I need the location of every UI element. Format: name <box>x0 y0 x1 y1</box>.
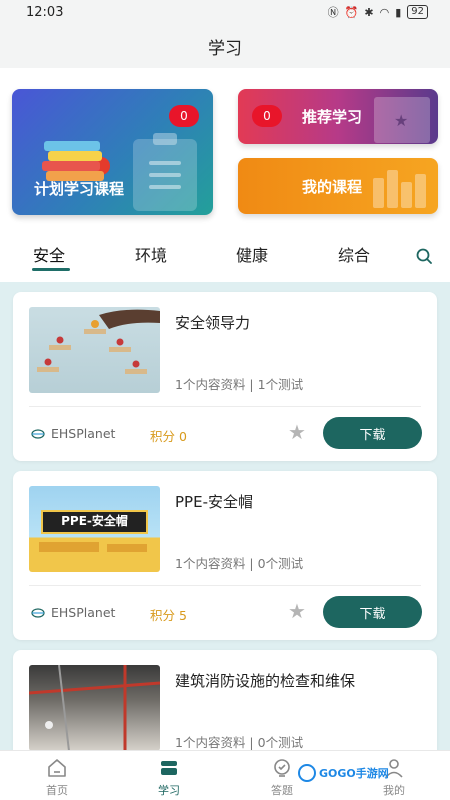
search-icon[interactable] <box>416 248 432 264</box>
course-provider: EHSPlanet <box>31 426 115 441</box>
provider-name: EHSPlanet <box>51 605 116 620</box>
recommend-badge: 0 <box>252 105 282 127</box>
course-thumbnail: PPE-安全帽 <box>29 486 160 572</box>
clipboard-icon <box>133 133 197 211</box>
book-icon <box>161 761 177 775</box>
recommend-card[interactable]: 0 推荐学习 <box>238 89 438 144</box>
course-title: 安全领导力 <box>175 314 251 332</box>
nav-profile-label: 我的 <box>383 784 405 797</box>
tab-environment[interactable]: 环境 <box>135 242 167 266</box>
course-thumbnail <box>29 307 160 393</box>
course-meta: 1个内容资料 | 0个测试 <box>175 735 304 750</box>
plan-badge: 0 <box>169 105 199 127</box>
signal-icon: ▮ <box>395 5 402 19</box>
alarm-icon: ⏰ <box>344 5 359 19</box>
plan-card-label: 计划学习课程 <box>34 180 125 198</box>
my-courses-label: 我的课程 <box>302 178 363 196</box>
wifi-icon: ◠ <box>379 5 390 19</box>
course-card[interactable]: PPE-安全帽 PPE-安全帽 1个内容资料 | 0个测试 EHSPlanet … <box>13 471 437 640</box>
download-button[interactable]: 下载 <box>323 596 422 628</box>
top-area: 0 计划学习课程 0 推荐学习 我的课程 安全 环境 健康 综合 <box>0 68 450 290</box>
favorite-star-icon[interactable]: ★ <box>288 601 306 621</box>
favorite-star-icon[interactable]: ★ <box>288 422 306 442</box>
active-tab-indicator <box>32 268 70 271</box>
bluetooth-icon: ✱ <box>364 5 374 19</box>
recommend-card-label: 推荐学习 <box>302 108 363 126</box>
course-thumbnail <box>29 665 160 750</box>
watermark-text: GOGO手游网 <box>319 767 389 780</box>
status-icons: Ⓝ ⏰ ✱ ◠ ▮ 92 <box>328 4 428 20</box>
nav-home-label: 首页 <box>46 784 68 797</box>
nav-study[interactable]: 学习 <box>139 757 199 798</box>
divider <box>29 406 421 407</box>
course-meta: 1个内容资料 | 0个测试 <box>175 556 304 571</box>
provider-name: EHSPlanet <box>51 426 116 441</box>
course-card[interactable]: 建筑消防设施的检查和维保 1个内容资料 | 0个测试 <box>13 650 437 750</box>
star-box-icon <box>374 97 430 143</box>
quiz-icon <box>274 759 290 777</box>
my-courses-card[interactable]: 我的课程 <box>238 158 438 214</box>
watermark: GOGO手游网 <box>298 764 389 782</box>
page-title: 学习 <box>0 24 450 68</box>
course-list[interactable]: 安全领导力 1个内容资料 | 1个测试 EHSPlanet 积分 0 ★ 下载 … <box>0 282 450 750</box>
bookshelf-icon <box>373 170 426 208</box>
course-meta: 1个内容资料 | 1个测试 <box>175 377 304 392</box>
ehsplanet-logo-icon <box>31 428 45 439</box>
books-illustration-icon <box>40 131 110 181</box>
course-card[interactable]: 安全领导力 1个内容资料 | 1个测试 EHSPlanet 积分 0 ★ 下载 <box>13 292 437 461</box>
tab-health[interactable]: 健康 <box>236 242 268 266</box>
plan-course-card[interactable]: 0 计划学习课程 <box>12 89 213 215</box>
category-tabs: 安全 环境 健康 综合 <box>0 238 450 278</box>
nav-home[interactable]: 首页 <box>27 757 87 798</box>
thumbnail-text: PPE-安全帽 <box>61 514 128 528</box>
watermark-logo-icon <box>298 764 316 782</box>
status-time: 12:03 <box>26 4 64 20</box>
divider <box>29 585 421 586</box>
course-title: PPE-安全帽 <box>175 493 253 511</box>
download-button[interactable]: 下载 <box>323 417 422 449</box>
ehsplanet-logo-icon <box>31 607 45 618</box>
course-title: 建筑消防设施的检查和维保 <box>175 672 356 690</box>
course-points: 积分 5 <box>150 608 187 623</box>
tab-safety[interactable]: 安全 <box>33 242 65 266</box>
nav-quiz-label: 答题 <box>271 784 293 797</box>
course-provider: EHSPlanet <box>31 605 115 620</box>
home-icon <box>48 759 66 777</box>
status-bar: 12:03 Ⓝ ⏰ ✱ ◠ ▮ 92 <box>0 0 450 24</box>
course-points: 积分 0 <box>150 429 187 444</box>
tab-general[interactable]: 综合 <box>338 242 370 266</box>
nav-study-label: 学习 <box>158 784 180 797</box>
nfc-icon: Ⓝ <box>327 6 339 19</box>
battery-icon: 92 <box>407 5 428 19</box>
